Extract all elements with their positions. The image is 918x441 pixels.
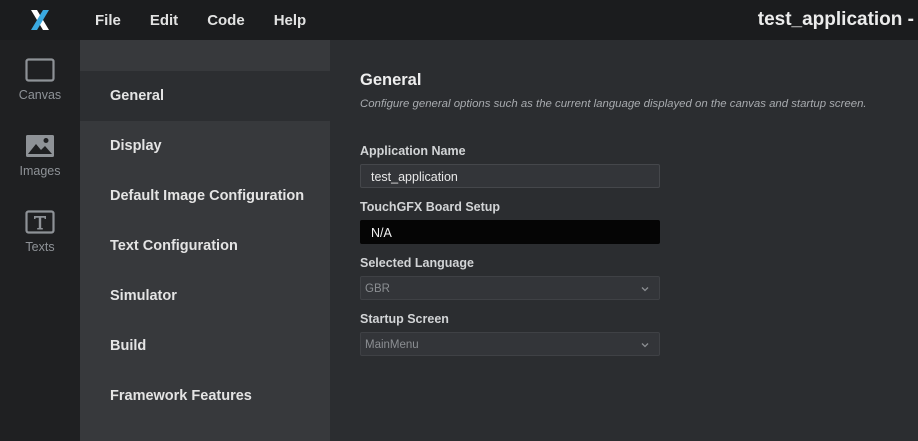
rail-item-texts[interactable]: Texts <box>0 192 80 262</box>
nav-item-framework-features[interactable]: Framework Features <box>80 371 330 421</box>
startup-screen-select-value: MainMenu <box>365 339 419 351</box>
board-setup-field: N/A <box>360 220 660 244</box>
nav-item-simulator[interactable]: Simulator <box>80 271 330 321</box>
language-select-value: GBR <box>365 283 390 295</box>
image-icon <box>24 130 56 162</box>
menu-code[interactable]: Code <box>207 12 245 29</box>
nav-item-text-configuration[interactable]: Text Configuration <box>80 221 330 271</box>
rail-item-label: Texts <box>25 240 55 254</box>
nav-item-build[interactable]: Build <box>80 321 330 371</box>
menu-bar: File Edit Code Help <box>80 0 320 40</box>
chevron-down-icon <box>641 343 649 348</box>
menu-file[interactable]: File <box>95 12 121 29</box>
rail-item-images[interactable]: Images <box>0 116 80 186</box>
app-name-input[interactable]: test_application <box>360 164 660 188</box>
general-settings-panel: General Configure general options such a… <box>330 40 918 441</box>
nav-item-general[interactable]: General <box>80 71 330 121</box>
section-description: Configure general options such as the cu… <box>360 98 867 110</box>
view-rail: Canvas Images Texts <box>0 40 80 441</box>
board-setup-label: TouchGFX Board Setup <box>360 200 501 214</box>
nav-item-display[interactable]: Display <box>80 121 330 171</box>
chevron-down-icon <box>641 287 649 292</box>
text-icon <box>24 206 56 238</box>
section-title: General <box>360 71 422 89</box>
app-name-label: Application Name <box>360 144 466 158</box>
settings-nav: General Display Default Image Configurat… <box>80 40 330 441</box>
rail-item-canvas[interactable]: Canvas <box>0 40 80 110</box>
canvas-icon <box>24 54 56 86</box>
app-logo-icon[interactable] <box>0 0 80 40</box>
startup-screen-select[interactable]: MainMenu <box>360 332 660 356</box>
language-label: Selected Language <box>360 256 474 270</box>
top-bar: File Edit Code Help test_application - <box>0 0 918 40</box>
startup-screen-label: Startup Screen <box>360 312 449 326</box>
rail-item-label: Images <box>19 164 61 178</box>
application-title: test_application - <box>757 9 914 30</box>
nav-item-default-image-configuration[interactable]: Default Image Configuration <box>80 171 330 221</box>
menu-edit[interactable]: Edit <box>150 12 178 29</box>
rail-item-label: Canvas <box>18 88 62 102</box>
language-select[interactable]: GBR <box>360 276 660 300</box>
menu-help[interactable]: Help <box>274 12 307 29</box>
